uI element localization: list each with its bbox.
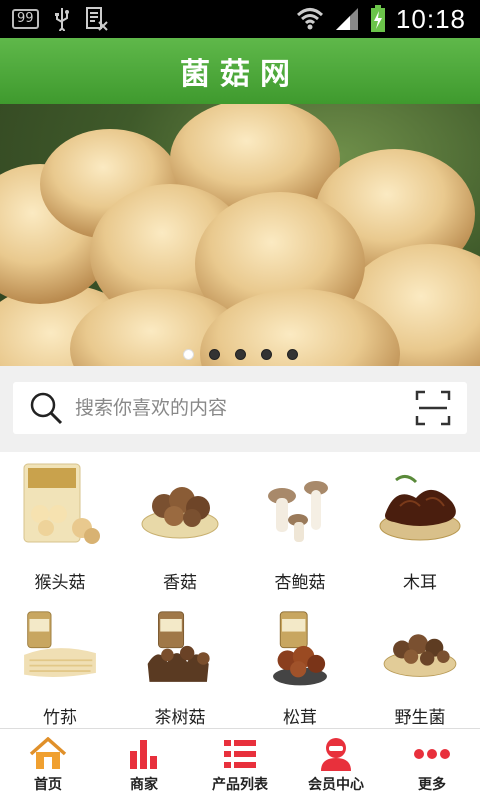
category-label: 杏鲍菇 bbox=[274, 573, 326, 593]
category-item[interactable]: 杏鲍菇 bbox=[240, 452, 360, 600]
nav-home[interactable]: 首页 bbox=[0, 729, 96, 800]
category-item[interactable]: 香菇 bbox=[120, 452, 240, 600]
search-input[interactable] bbox=[75, 397, 415, 419]
tea-tree-mushroom-product-image bbox=[147, 611, 210, 682]
category-label: 香菇 bbox=[163, 573, 197, 593]
matsutake-product-image bbox=[273, 611, 327, 686]
category-label: 木耳 bbox=[403, 573, 437, 593]
category-label: 松茸 bbox=[283, 708, 317, 728]
wild-mushroom-product-image bbox=[383, 634, 457, 677]
wifi-icon bbox=[296, 8, 323, 30]
nav-label: 更多 bbox=[418, 776, 446, 793]
category-item[interactable]: 猴头菇 bbox=[0, 452, 120, 600]
carousel-indicator bbox=[0, 349, 480, 360]
carousel-dot[interactable] bbox=[286, 349, 298, 360]
battery-charging-icon bbox=[370, 5, 385, 32]
hericium-product-image bbox=[23, 463, 100, 544]
nav-label: 产品列表 bbox=[212, 776, 268, 793]
category-label: 野生菌 bbox=[394, 708, 446, 728]
nav-label: 首页 bbox=[34, 776, 62, 793]
category-item[interactable]: 野生菌 bbox=[360, 600, 480, 728]
category-item[interactable]: 松茸 bbox=[240, 600, 360, 728]
carousel-dot[interactable] bbox=[182, 349, 194, 360]
scan-icon[interactable] bbox=[415, 390, 451, 426]
status-time: 10:18 bbox=[395, 3, 466, 34]
bar-chart-icon bbox=[124, 736, 164, 772]
more-dots-icon bbox=[412, 736, 452, 772]
home-icon bbox=[28, 736, 68, 772]
carousel-dot[interactable] bbox=[208, 349, 220, 360]
nav-member-center[interactable]: 会员中心 bbox=[288, 729, 384, 800]
nav-more[interactable]: 更多 bbox=[384, 729, 480, 800]
category-label: 竹荪 bbox=[43, 708, 77, 728]
news-icon bbox=[85, 7, 108, 31]
category-item[interactable]: 木耳 bbox=[360, 452, 480, 600]
bamboo-fungus-product-image bbox=[24, 611, 96, 677]
bottom-nav: 首页 商家 产品列表 会员中心 更多 bbox=[0, 728, 480, 800]
status-bar: 99 10:18 bbox=[0, 0, 480, 38]
app-header: 菌菇网 bbox=[0, 38, 480, 104]
nav-label: 商家 bbox=[130, 776, 158, 793]
carousel-dot[interactable] bbox=[234, 349, 246, 360]
carousel-dot[interactable] bbox=[260, 349, 272, 360]
search-icon[interactable] bbox=[29, 391, 63, 425]
nav-merchants[interactable]: 商家 bbox=[96, 729, 192, 800]
wood-ear-product-image bbox=[379, 475, 461, 541]
nav-label: 会员中心 bbox=[308, 776, 364, 793]
usb-icon bbox=[54, 8, 69, 31]
category-label: 猴头菇 bbox=[34, 573, 86, 593]
nav-product-list[interactable]: 产品列表 bbox=[192, 729, 288, 800]
category-item[interactable]: 茶树菇 bbox=[120, 600, 240, 728]
category-item[interactable]: 竹荪 bbox=[0, 600, 120, 728]
signal-icon bbox=[335, 8, 358, 30]
category-label: 茶树菇 bbox=[154, 708, 206, 728]
user-icon bbox=[316, 736, 356, 772]
page-title: 菌菇网 bbox=[180, 57, 300, 92]
search-bar[interactable] bbox=[13, 382, 467, 434]
search-section bbox=[0, 366, 480, 452]
banner-image bbox=[0, 104, 480, 366]
king-oyster-product-image bbox=[268, 481, 328, 542]
banner-carousel[interactable] bbox=[0, 104, 480, 366]
list-icon bbox=[220, 736, 260, 772]
shiitake-product-image bbox=[141, 487, 219, 539]
notification-count-badge: 99 bbox=[12, 9, 39, 29]
category-grid: 猴头菇 香菇 杏鲍菇 木耳 竹荪 茶树菇 松茸 野生菌 bbox=[0, 452, 480, 728]
